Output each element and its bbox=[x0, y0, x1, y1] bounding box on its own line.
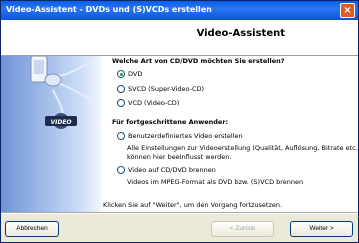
window-title: Video-Assistent - DVDs und (S)VCDs erste… bbox=[6, 5, 212, 14]
footer-divider-highlight bbox=[1, 213, 358, 214]
radio-vcd[interactable] bbox=[117, 99, 125, 107]
custom-video-description-1: Alle Einstellungen zur Videoerstellung (… bbox=[127, 144, 359, 152]
radio-burn-video[interactable] bbox=[117, 166, 125, 174]
option-dvd[interactable]: DVD bbox=[117, 70, 142, 80]
next-button[interactable]: Weiter > bbox=[290, 221, 353, 237]
option-svcd-label: SVCD (Super-Video-CD) bbox=[128, 85, 205, 93]
page-title: Video-Assistent bbox=[196, 28, 285, 39]
radio-svcd[interactable] bbox=[117, 85, 125, 93]
wizard-header: Video-Assistent bbox=[1, 20, 358, 55]
wizard-side-graphic: VIDEO bbox=[1, 55, 101, 212]
question-title: Welche Art von CD/DVD möchten Sie erstel… bbox=[112, 57, 285, 65]
option-vcd-label: VCD (Video-CD) bbox=[128, 99, 180, 107]
title-bar: Video-Assistent - DVDs und (S)VCDs erste… bbox=[1, 1, 358, 20]
back-button[interactable]: < Zurück bbox=[211, 221, 274, 237]
option-dvd-label: DVD bbox=[128, 70, 143, 78]
video-badge-text: VIDEO bbox=[50, 119, 71, 126]
option-custom-video-label: Benutzerdefiniertes Video erstellen bbox=[128, 132, 243, 140]
option-svcd[interactable]: SVCD (Super-Video-CD) bbox=[117, 85, 204, 95]
cancel-button[interactable]: Abbrechen bbox=[5, 221, 59, 237]
option-burn-video-label: Video auf CD/DVD brennen bbox=[128, 166, 216, 174]
option-burn-video[interactable]: Video auf CD/DVD brennen bbox=[117, 166, 216, 176]
advanced-title: Für fortgeschrittene Anwender: bbox=[112, 118, 229, 126]
option-vcd[interactable]: VCD (Video-CD) bbox=[117, 99, 179, 109]
wizard-content: VIDEO Welche Art von CD/DVD möchten Sie … bbox=[1, 55, 359, 212]
footer-hint: Klicken Sie auf "Weiter", um den Vorgang… bbox=[103, 201, 283, 209]
video-illustration-icon: VIDEO bbox=[30, 55, 94, 129]
wizard-window: Video-Assistent - DVDs und (S)VCDs erste… bbox=[0, 0, 359, 243]
custom-video-description-2: können hier beeinflusst werden. bbox=[127, 153, 232, 161]
radio-dvd[interactable] bbox=[117, 70, 125, 78]
burn-video-description: Videos im MPEG-Format als DVD bzw. (S)VC… bbox=[127, 178, 304, 186]
radio-custom-video[interactable] bbox=[117, 132, 125, 140]
option-custom-video[interactable]: Benutzerdefiniertes Video erstellen bbox=[117, 132, 243, 142]
close-icon: × bbox=[343, 5, 352, 16]
close-button[interactable]: × bbox=[340, 3, 355, 18]
